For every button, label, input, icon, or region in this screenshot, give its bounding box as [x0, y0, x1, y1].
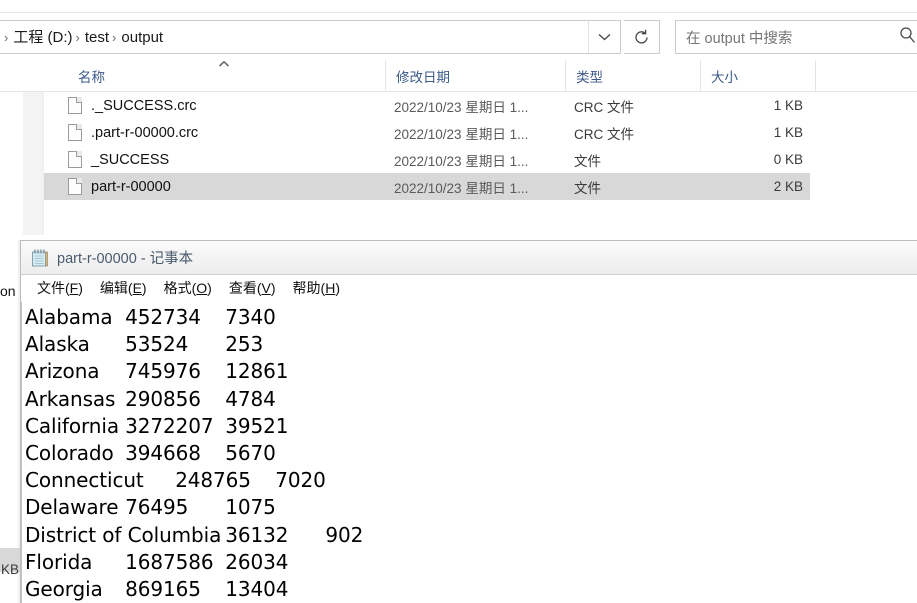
- text-line: Georgia 869165 13404: [25, 577, 289, 602]
- file-name-label: ._SUCCESS.crc: [91, 97, 197, 114]
- file-name-cell[interactable]: part-r-00000: [68, 173, 171, 200]
- notepad-icon: [30, 249, 49, 267]
- file-name-cell[interactable]: ._SUCCESS.crc: [68, 92, 197, 119]
- notepad-window[interactable]: part-r-00000 - 记事本 文件(F) 编辑(E) 格式(O) 查看(…: [20, 240, 917, 603]
- file-name-cell[interactable]: .part-r-00000.crc: [68, 119, 198, 146]
- file-type-cell: CRC 文件: [574, 126, 634, 142]
- file-date-cell: 2022/10/23 星期日 1...: [394, 153, 529, 169]
- text-line: California 3272207 39521: [25, 413, 289, 438]
- text-line: Delaware 76495 1075: [25, 495, 276, 520]
- notepad-menu-bar[interactable]: 文件(F) 编辑(E) 格式(O) 查看(V) 帮助(H): [21, 275, 917, 302]
- breadcrumb-item-test[interactable]: test: [85, 30, 109, 45]
- breadcrumb-separator-icon: ›: [4, 29, 9, 45]
- obscured-text-fragment: on: [0, 283, 16, 299]
- menu-item-edit[interactable]: 编辑(E): [92, 276, 156, 300]
- table-row[interactable]: _SUCCESS 2022/10/23 星期日 1... 文件 0 KB: [0, 146, 917, 173]
- menu-item-help[interactable]: 帮助(H): [285, 276, 349, 300]
- table-row-selected[interactable]: part-r-00000 2022/10/23 星期日 1... 文件 2 KB: [0, 173, 917, 200]
- search-input-placeholder[interactable]: 在 output 中搜索: [686, 27, 896, 48]
- file-icon: [68, 151, 82, 168]
- notepad-title-bar[interactable]: part-r-00000 - 记事本: [21, 241, 917, 275]
- text-line: Connecticut 248765 7020: [25, 468, 326, 493]
- file-name-label: _SUCCESS: [91, 151, 170, 168]
- column-header-spacer: [815, 60, 917, 92]
- file-list[interactable]: ._SUCCESS.crc 2022/10/23 星期日 1... CRC 文件…: [0, 92, 917, 200]
- file-size-cell: 0 KB: [773, 152, 803, 167]
- address-bar[interactable]: › 工程 (D:) › test › output: [0, 20, 621, 54]
- breadcrumb-separator-icon: ›: [112, 29, 117, 45]
- column-header-row: 名称 修改日期 类型 大小: [0, 60, 917, 92]
- file-size-cell: 1 KB: [773, 125, 803, 140]
- file-icon: [68, 97, 82, 114]
- file-date-cell: 2022/10/23 星期日 1...: [394, 99, 529, 115]
- obscured-size-fragment: KB: [1, 562, 20, 577]
- sort-ascending-icon: [218, 60, 230, 71]
- column-header-type[interactable]: 类型: [565, 60, 700, 92]
- notepad-text-area[interactable]: Alabama 452734 7340 Alaska 53524 253 Ari…: [21, 302, 917, 603]
- file-type-cell: CRC 文件: [574, 99, 634, 115]
- menu-item-view[interactable]: 查看(V): [221, 276, 285, 300]
- text-line: Alaska 53524 253: [25, 332, 264, 357]
- file-icon: [68, 178, 82, 195]
- search-box[interactable]: 在 output 中搜索: [675, 20, 917, 54]
- text-line: Arizona 745976 12861: [25, 359, 289, 384]
- table-row[interactable]: ._SUCCESS.crc 2022/10/23 星期日 1... CRC 文件…: [0, 92, 917, 119]
- table-row[interactable]: .part-r-00000.crc 2022/10/23 星期日 1... CR…: [0, 119, 917, 146]
- breadcrumb-separator-icon: ›: [75, 29, 80, 45]
- file-type-cell: 文件: [574, 180, 601, 196]
- chevron-down-icon[interactable]: [588, 21, 620, 53]
- file-icon: [68, 124, 82, 141]
- refresh-button[interactable]: [624, 20, 660, 54]
- menu-item-format[interactable]: 格式(O): [156, 276, 221, 300]
- text-line: Alabama 452734 7340: [25, 305, 276, 329]
- screen-root: › 工程 (D:) › test › output 在 output 中搜索 名…: [0, 0, 917, 603]
- text-line: Florida 1687586 26034: [25, 549, 289, 574]
- breadcrumb-item-drive[interactable]: 工程 (D:): [13, 30, 72, 45]
- column-header-date-modified[interactable]: 修改日期: [385, 60, 565, 92]
- file-type-cell: 文件: [574, 153, 601, 169]
- file-date-cell: 2022/10/23 星期日 1...: [394, 126, 529, 142]
- text-line: Colorado 394668 5670: [25, 441, 276, 466]
- search-icon[interactable]: [896, 26, 917, 48]
- file-name-label: .part-r-00000.crc: [91, 124, 199, 141]
- file-date-cell: 2022/10/23 星期日 1...: [394, 180, 529, 196]
- notepad-title-label: part-r-00000 - 记事本: [57, 251, 194, 267]
- file-size-cell: 2 KB: [773, 179, 803, 194]
- menu-item-file[interactable]: 文件(F): [29, 276, 92, 300]
- explorer-navigation-bar: › 工程 (D:) › test › output 在 output 中搜索: [0, 14, 917, 60]
- explorer-toolbar-strip: [0, 0, 917, 13]
- text-line: District of Columbia 36132 902: [25, 522, 364, 547]
- file-name-cell[interactable]: _SUCCESS: [68, 146, 169, 173]
- file-size-cell: 1 KB: [773, 98, 803, 113]
- breadcrumb-item-output[interactable]: output: [121, 30, 163, 45]
- column-header-size[interactable]: 大小: [700, 60, 815, 92]
- breadcrumb[interactable]: › 工程 (D:) › test › output: [0, 21, 588, 53]
- refresh-icon: [635, 29, 648, 43]
- file-name-label: part-r-00000: [91, 178, 171, 195]
- text-line: Arkansas 290856 4784: [25, 386, 276, 411]
